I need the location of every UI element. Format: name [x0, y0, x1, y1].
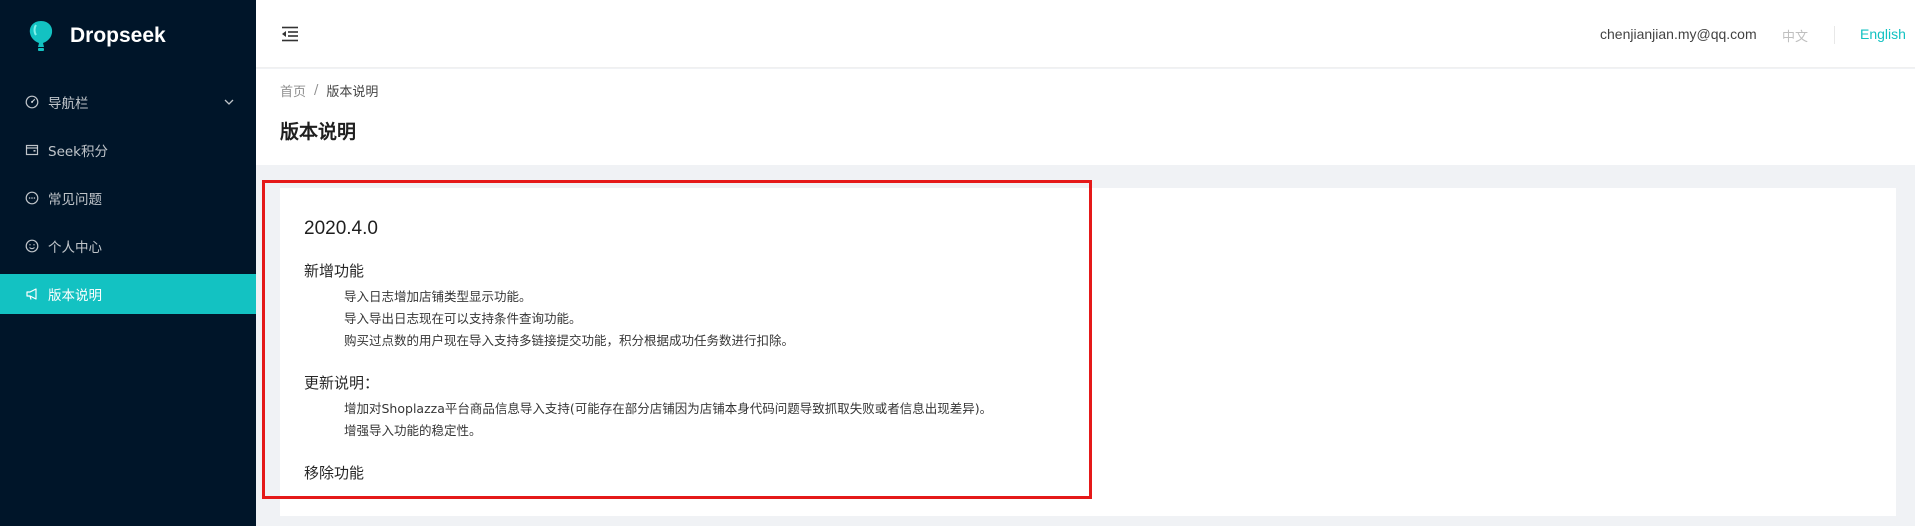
sidebar-item-label: 导航栏 [48, 96, 89, 112]
menu-fold-icon[interactable] [280, 24, 300, 44]
sidebar-item-faq[interactable]: 常见问题 [0, 178, 256, 218]
section-title-removed: 移除功能 [304, 464, 365, 482]
sidebar-item-release-notes[interactable]: 版本说明 [0, 274, 256, 314]
app-name: Dropseek [70, 24, 166, 47]
breadcrumb-separator: / [314, 83, 319, 98]
wallet-icon [24, 142, 40, 158]
breadcrumb: 首页 / 版本说明 [280, 81, 378, 100]
section-title-updates: 更新说明： [304, 374, 380, 392]
chevron-down-icon [224, 99, 234, 105]
release-notes-card: 2020.4.0 新增功能 导入日志增加店铺类型显示功能。 导入导出日志现在可以… [280, 188, 1896, 516]
sidebar-item-label: 版本说明 [48, 288, 102, 304]
logo[interactable]: Dropseek [28, 18, 166, 54]
sidebar-item-label: Seek积分 [48, 144, 108, 160]
top-header: chenjianjian.my@qq.com 中文 English [256, 0, 1915, 68]
sidebar-item-navigation[interactable]: 导航栏 [0, 82, 256, 122]
smile-icon [24, 238, 40, 254]
divider [1834, 26, 1835, 44]
breadcrumb-home-link[interactable]: 首页 [280, 81, 306, 100]
updates-list: 增加对Shoplazza平台商品信息导入支持(可能存在部分店铺因为店铺本身代码问… [344, 398, 992, 442]
sidebar: Dropseek 导航栏 Seek积分 常见问题 个人中心 版本说明 [0, 0, 256, 526]
sidebar-item-seek-points[interactable]: Seek积分 [0, 130, 256, 170]
section-title-new-features: 新增功能 [304, 262, 365, 280]
list-item: 导入日志增加店铺类型显示功能。 [344, 289, 532, 304]
breadcrumb-current: 版本说明 [326, 85, 379, 100]
list-item: 购买过点数的用户现在导入支持多链接提交功能，积分根据成功任务数进行扣除。 [344, 333, 795, 348]
user-email[interactable]: chenjianjian.my@qq.com [1600, 26, 1757, 42]
release-version: 2020.4.0 [304, 218, 378, 239]
page-title: 版本说明 [280, 121, 357, 143]
list-item: 导入导出日志现在可以支持条件查询功能。 [344, 311, 582, 326]
lang-english-button[interactable]: English [1860, 26, 1906, 42]
page-header: 首页 / 版本说明 版本说明 [256, 69, 1915, 165]
sidebar-item-label: 个人中心 [48, 240, 102, 256]
message-icon [24, 190, 40, 206]
list-item: 增强导入功能的稳定性。 [344, 423, 482, 438]
notification-icon [24, 286, 40, 302]
list-item: 增加对Shoplazza平台商品信息导入支持(可能存在部分店铺因为店铺本身代码问… [344, 401, 993, 416]
lang-chinese-button[interactable]: 中文 [1782, 26, 1808, 45]
dashboard-icon [24, 94, 40, 110]
sidebar-menu: 导航栏 Seek积分 常见问题 个人中心 版本说明 [0, 82, 256, 322]
balloon-logo-icon [29, 21, 53, 51]
sidebar-item-profile[interactable]: 个人中心 [0, 226, 256, 266]
new-features-list: 导入日志增加店铺类型显示功能。 导入导出日志现在可以支持条件查询功能。 购买过点… [344, 286, 794, 352]
sidebar-item-label: 常见问题 [48, 192, 102, 208]
